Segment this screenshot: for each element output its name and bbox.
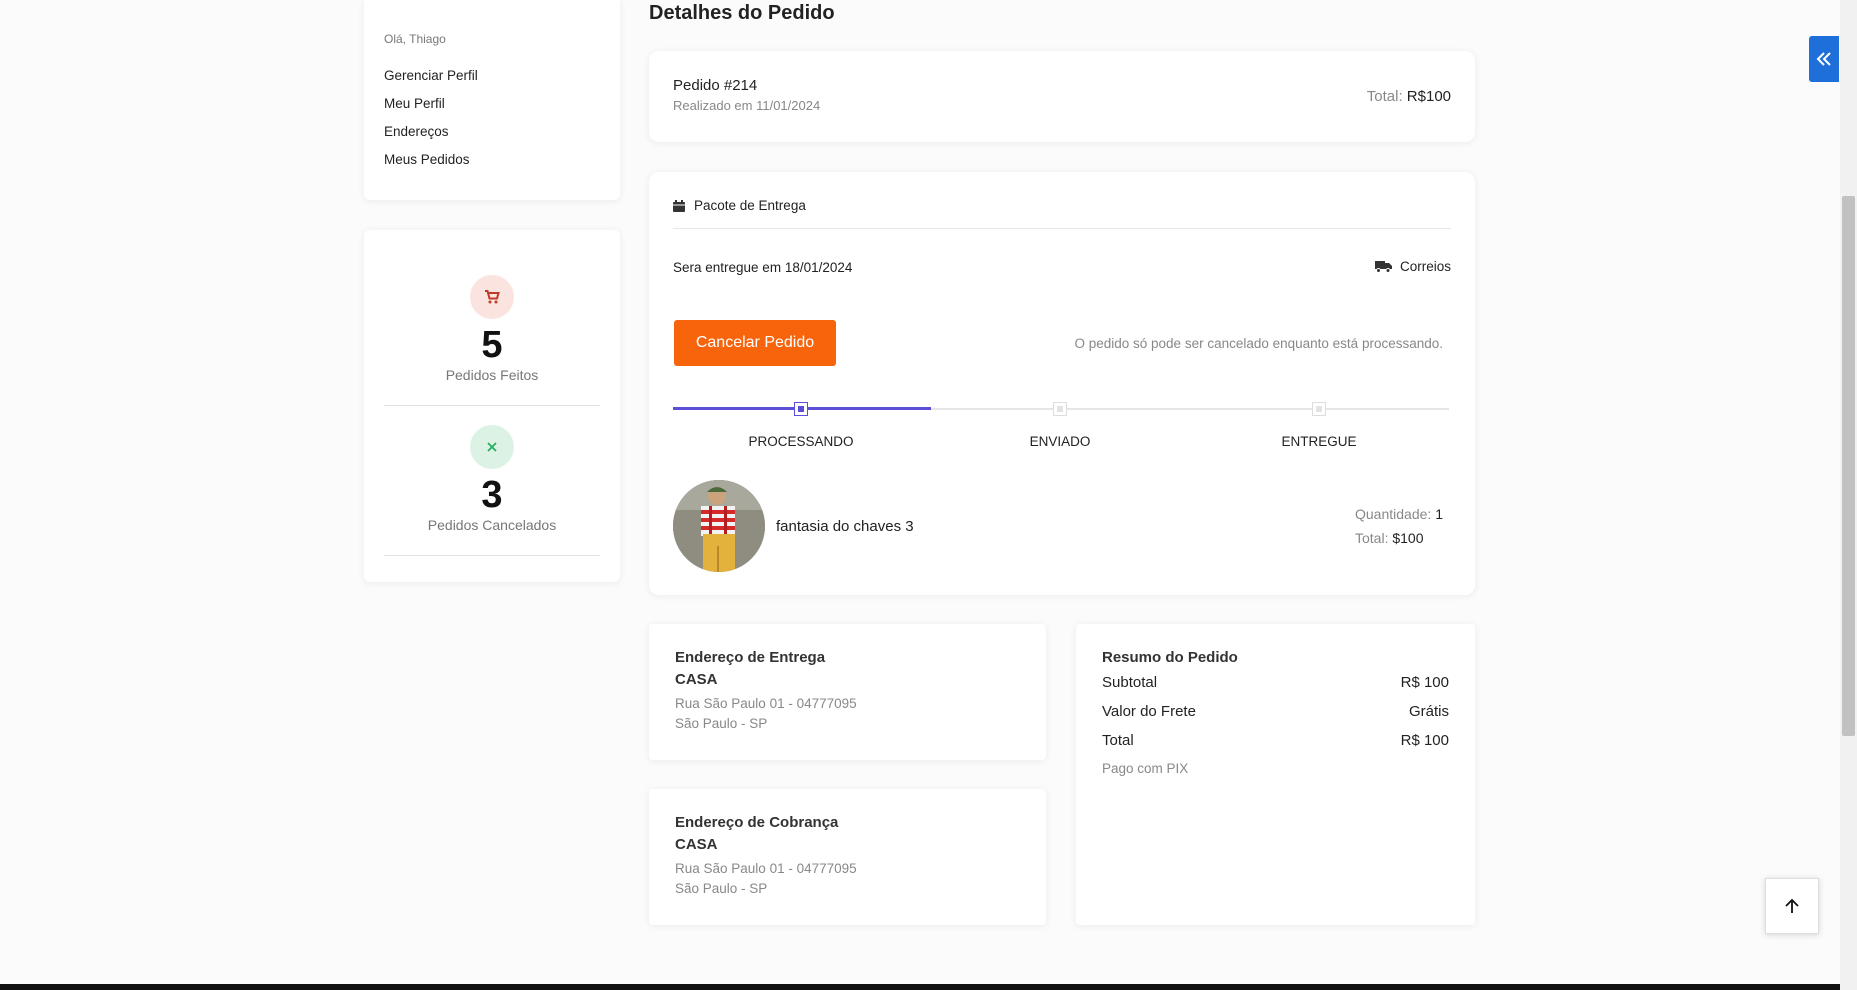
cancel-order-button[interactable]: Cancelar Pedido — [674, 320, 836, 366]
order-total: Total: R$100 — [1367, 88, 1451, 105]
summary-row-total: Total R$ 100 — [1102, 732, 1449, 749]
step-label-processing: PROCESSANDO — [748, 434, 854, 449]
shipping-address-line2: São Paulo - SP — [675, 716, 768, 731]
summary-value: R$ 100 — [1400, 674, 1449, 691]
sidebar-toggle-button[interactable] — [1809, 36, 1839, 82]
carrier-info: Correios — [1374, 259, 1451, 274]
order-date: Realizado em 11/01/2024 — [673, 98, 821, 113]
summary-value: Grátis — [1408, 703, 1449, 720]
billing-address-name: CASA — [675, 836, 718, 853]
nav-link-manage-profile[interactable]: Gerenciar Perfil — [384, 68, 478, 83]
nav-link-my-profile[interactable]: Meu Perfil — [384, 96, 445, 111]
shipping-address-name: CASA — [675, 671, 718, 688]
step-label-shipped: ENVIADO — [1029, 434, 1091, 449]
product-total: Total: $100 — [1355, 530, 1424, 546]
package-title: Pacote de Entrega — [694, 198, 806, 213]
double-chevron-left-icon — [1816, 52, 1831, 66]
step-marker-shipped — [1053, 402, 1067, 416]
summary-label: Valor do Frete — [1102, 703, 1196, 720]
billing-address-card: Endereço de Cobrança CASA Rua São Paulo … — [649, 789, 1046, 925]
billing-address-line2: São Paulo - SP — [675, 881, 768, 896]
product-name: fantasia do chaves 3 — [776, 518, 914, 535]
shipping-address-card: Endereço de Entrega CASA Rua São Paulo 0… — [649, 624, 1046, 760]
summary-row-shipping: Valor do Frete Grátis — [1102, 703, 1449, 720]
summary-title: Resumo do Pedido — [1102, 649, 1238, 666]
stats-divider — [384, 405, 600, 406]
shipping-address-line1: Rua São Paulo 01 - 04777095 — [675, 696, 857, 711]
delivery-package-card: Pacote de Entrega Sera entregue em 18/01… — [649, 172, 1475, 595]
close-icon — [470, 425, 514, 469]
footer-edge — [0, 984, 1840, 990]
product-total-label: Total: — [1355, 530, 1389, 546]
quantity-value: 1 — [1435, 506, 1443, 522]
stats-divider — [384, 555, 600, 556]
carrier-name: Correios — [1399, 259, 1451, 274]
billing-address-title: Endereço de Cobrança — [675, 814, 839, 831]
summary-value: R$ 100 — [1400, 732, 1449, 749]
order-total-value: R$100 — [1406, 88, 1451, 105]
cart-icon — [470, 275, 514, 319]
payment-method: Pago com PIX — [1102, 761, 1189, 776]
page-title: Detalhes do Pedido — [649, 2, 835, 24]
delivery-date: Sera entregue em 18/01/2024 — [673, 260, 853, 275]
shipping-address-title: Endereço de Entrega — [675, 649, 826, 666]
page-scrollbar[interactable] — [1840, 0, 1857, 990]
orders-canceled-count: 3 — [481, 474, 503, 516]
package-header: Pacote de Entrega — [673, 198, 806, 213]
product-quantity: Quantidade: 1 — [1355, 506, 1443, 522]
package-divider — [673, 228, 1451, 229]
account-nav-card: Olá, Thiago Gerenciar Perfil Meu Perfil … — [364, 0, 620, 200]
scrollbar-thumb[interactable] — [1842, 196, 1855, 736]
truck-icon — [1374, 261, 1392, 273]
summary-row-subtotal: Subtotal R$ 100 — [1102, 674, 1449, 691]
order-stats-card: 5 Pedidos Feitos 3 Pedidos Cancelados — [364, 230, 620, 582]
summary-label: Total — [1102, 732, 1134, 749]
quantity-label: Quantidade: — [1355, 506, 1432, 522]
order-total-label: Total: — [1366, 88, 1403, 105]
nav-link-addresses[interactable]: Endereços — [384, 124, 449, 139]
billing-address-line1: Rua São Paulo 01 - 04777095 — [675, 861, 857, 876]
nav-link-my-orders[interactable]: Meus Pedidos — [384, 152, 470, 167]
orders-canceled-label: Pedidos Cancelados — [427, 517, 557, 533]
orders-made-label: Pedidos Feitos — [445, 367, 539, 383]
order-summary-card: Resumo do Pedido Subtotal R$ 100 Valor d… — [1076, 624, 1475, 925]
cancel-note: O pedido só pode ser cancelado enquanto … — [1074, 336, 1443, 351]
step-label-delivered: ENTREGUE — [1281, 434, 1357, 449]
greeting-text: Olá, Thiago — [384, 32, 446, 46]
product-total-value: $100 — [1392, 530, 1424, 546]
order-number: Pedido #214 — [673, 77, 758, 94]
back-to-top-button[interactable] — [1765, 878, 1819, 934]
order-header-card: Pedido #214 Realizado em 11/01/2024 Tota… — [649, 51, 1475, 142]
product-image — [673, 480, 765, 572]
calendar-icon — [673, 199, 685, 212]
step-marker-delivered — [1312, 402, 1326, 416]
step-marker-processing — [794, 402, 808, 416]
arrow-up-icon — [1785, 898, 1799, 913]
orders-made-count: 5 — [481, 324, 503, 366]
summary-label: Subtotal — [1102, 674, 1158, 691]
